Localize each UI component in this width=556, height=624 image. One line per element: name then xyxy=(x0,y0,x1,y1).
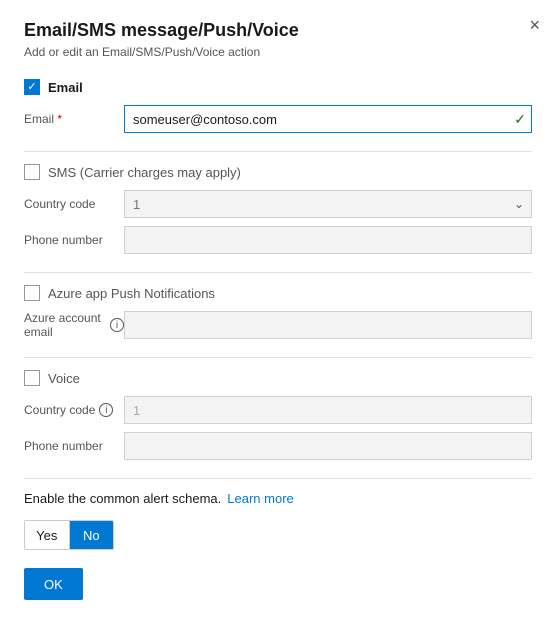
email-section-label: Email xyxy=(48,80,83,95)
email-input[interactable] xyxy=(124,105,532,133)
email-checkbox[interactable] xyxy=(24,79,40,95)
divider-2 xyxy=(24,272,532,273)
sms-country-input xyxy=(124,190,532,218)
push-checkbox[interactable] xyxy=(24,285,40,301)
sms-phone-label: Phone number xyxy=(24,233,124,247)
sms-section-label: SMS (Carrier charges may apply) xyxy=(48,165,241,180)
voice-country-select-wrapper xyxy=(124,396,532,424)
close-button[interactable]: × xyxy=(529,16,540,34)
push-email-row: Azure account email i xyxy=(24,311,532,339)
voice-phone-row: Phone number xyxy=(24,432,532,460)
email-input-wrapper: ✓ xyxy=(124,105,532,133)
email-field-label: Email xyxy=(24,112,124,126)
dialog-title: Email/SMS message/Push/Voice xyxy=(24,20,532,41)
push-email-input xyxy=(124,311,532,339)
dialog: Email/SMS message/Push/Voice Add or edit… xyxy=(0,0,556,624)
toggle-no-button[interactable]: No xyxy=(70,521,114,549)
voice-country-input xyxy=(124,396,532,424)
voice-section-header: Voice xyxy=(24,370,532,386)
sms-country-row: Country code ⌄ xyxy=(24,190,532,218)
voice-phone-input xyxy=(124,432,532,460)
learn-more-link[interactable]: Learn more xyxy=(227,491,293,506)
alert-schema-row: Enable the common alert schema. Learn mo… xyxy=(24,491,532,506)
push-info-icon: i xyxy=(110,318,124,332)
toggle-yes-button[interactable]: Yes xyxy=(25,521,70,549)
yes-no-toggle: Yes No xyxy=(24,520,114,550)
dialog-subtitle: Add or edit an Email/SMS/Push/Voice acti… xyxy=(24,45,532,59)
voice-country-label: Country code i xyxy=(24,403,124,417)
toggle-group-container: Yes No xyxy=(24,520,532,550)
push-email-label: Azure account email i xyxy=(24,311,124,339)
sms-country-select-wrapper: ⌄ xyxy=(124,190,532,218)
sms-section-header: SMS (Carrier charges may apply) xyxy=(24,164,532,180)
email-section-header: Email xyxy=(24,79,532,95)
alert-schema-text: Enable the common alert schema. xyxy=(24,491,221,506)
divider-1 xyxy=(24,151,532,152)
email-section: Email Email ✓ xyxy=(24,79,532,133)
sms-checkbox[interactable] xyxy=(24,164,40,180)
sms-phone-input xyxy=(124,226,532,254)
divider-4 xyxy=(24,478,532,479)
divider-3 xyxy=(24,357,532,358)
email-field-row: Email ✓ xyxy=(24,105,532,133)
voice-section-label: Voice xyxy=(48,371,80,386)
sms-country-label: Country code xyxy=(24,197,124,211)
sms-section: SMS (Carrier charges may apply) Country … xyxy=(24,164,532,254)
voice-country-row: Country code i xyxy=(24,396,532,424)
sms-phone-row: Phone number xyxy=(24,226,532,254)
ok-button[interactable]: OK xyxy=(24,568,83,600)
push-section: Azure app Push Notifications Azure accou… xyxy=(24,285,532,339)
push-section-label: Azure app Push Notifications xyxy=(48,286,215,301)
voice-checkbox[interactable] xyxy=(24,370,40,386)
push-section-header: Azure app Push Notifications xyxy=(24,285,532,301)
voice-phone-label: Phone number xyxy=(24,439,124,453)
voice-section: Voice Country code i Phone number xyxy=(24,370,532,460)
voice-country-info-icon: i xyxy=(99,403,113,417)
